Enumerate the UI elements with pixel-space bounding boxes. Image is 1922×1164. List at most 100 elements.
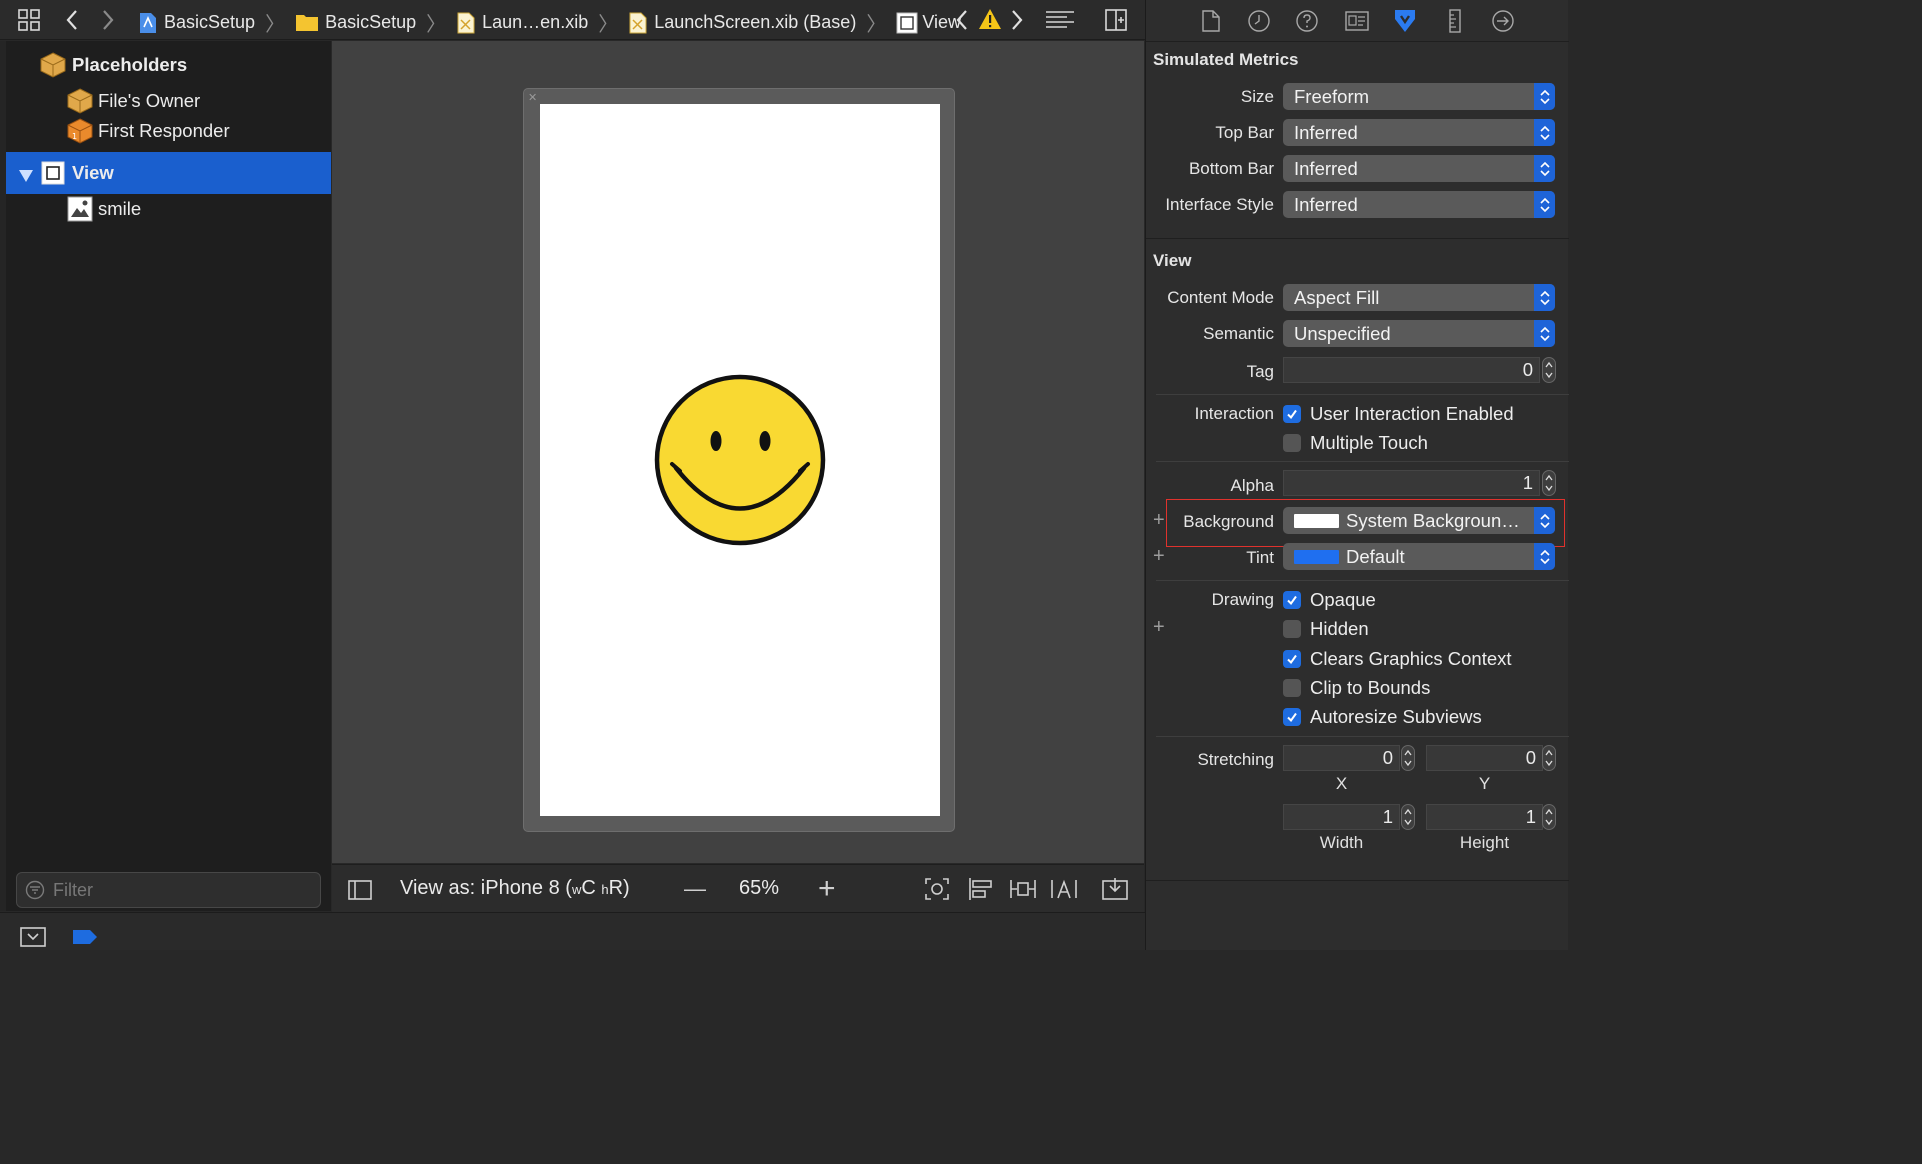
clears-graphics-checkbox[interactable]: Clears Graphics Context — [1283, 648, 1512, 670]
add-constraints-icon[interactable] — [1009, 877, 1037, 906]
size-popup[interactable]: Freeform — [1283, 83, 1555, 110]
view-as-label: View as: iPhone 8 ( — [400, 877, 572, 899]
stretching-width-stepper[interactable] — [1401, 804, 1415, 830]
scene-close-icon[interactable]: ✕ — [528, 91, 537, 104]
device-config-button[interactable]: View as: iPhone 8 (wC hR) — [400, 877, 630, 900]
stretching-y-stepper[interactable] — [1542, 745, 1556, 771]
filter-placeholder: Filter — [53, 879, 93, 900]
multiple-touch-checkbox[interactable]: Multiple Touch — [1283, 432, 1428, 454]
stretching-x-field[interactable]: 0 — [1283, 745, 1400, 771]
zoom-out-button[interactable]: — — [684, 876, 706, 902]
interface-style-popup[interactable]: Inferred — [1283, 191, 1555, 218]
stretching-y-field[interactable]: 0 — [1426, 745, 1543, 771]
popup-chevron-icon — [1534, 155, 1555, 182]
popup-chevron-icon — [1534, 119, 1555, 146]
scene-frame[interactable]: ✕ — [523, 88, 955, 832]
view-icon — [896, 12, 918, 34]
interface-builder-canvas[interactable]: ✕ — [332, 41, 1144, 863]
update-frames-icon[interactable] — [924, 877, 950, 906]
outline-placeholders[interactable]: Placeholders — [6, 47, 331, 83]
outline-files-owner-label: File's Owner — [98, 90, 201, 111]
smiley-image[interactable] — [654, 374, 826, 546]
outline-view-label: View — [72, 162, 114, 183]
clip-to-bounds-checkbox[interactable]: Clip to Bounds — [1283, 677, 1430, 699]
disclosure-triangle-icon[interactable] — [18, 166, 34, 188]
outline-smile[interactable]: smile — [6, 191, 331, 227]
resolve-autolayout-icon[interactable] — [1050, 877, 1078, 906]
connections-inspector-icon[interactable] — [1490, 8, 1516, 34]
zoom-in-button[interactable]: + — [818, 872, 836, 906]
breadcrumb-group[interactable]: BasicSetup — [325, 12, 416, 33]
clears-graphics-label: Clears Graphics Context — [1310, 648, 1512, 669]
tag-stepper[interactable] — [1542, 357, 1556, 383]
previous-issue-icon[interactable] — [955, 9, 969, 36]
image-view-icon — [67, 196, 93, 227]
breadcrumb-project[interactable]: BasicSetup — [164, 12, 255, 33]
checkbox-box — [1283, 434, 1301, 452]
user-interaction-label: User Interaction Enabled — [1310, 403, 1514, 424]
breadcrumb-separator: 〉 — [265, 14, 286, 36]
opaque-checkbox[interactable]: Opaque — [1283, 589, 1376, 611]
hidden-checkbox[interactable]: Hidden — [1283, 618, 1369, 640]
outline-first-responder[interactable]: 1 First Responder — [6, 113, 331, 149]
related-items-icon[interactable] — [15, 6, 43, 34]
stretching-width-field[interactable]: 1 — [1283, 804, 1400, 830]
launch-screen-view[interactable] — [540, 104, 940, 816]
breadcrumb-xib-base[interactable]: LaunchScreen.xib (Base) — [654, 12, 856, 33]
quick-help-icon[interactable] — [1294, 8, 1320, 34]
attributes-inspector-icon[interactable] — [1392, 8, 1418, 34]
stretching-height-field[interactable]: 1 — [1426, 804, 1543, 830]
semantic-popup[interactable]: Unspecified — [1283, 320, 1555, 347]
history-inspector-icon[interactable] — [1246, 8, 1272, 34]
autoresize-checkbox[interactable]: Autoresize Subviews — [1283, 706, 1482, 728]
warning-icon[interactable] — [978, 8, 1002, 35]
stretching-x-label: X — [1335, 774, 1348, 793]
top-bar-popup[interactable]: Inferred — [1283, 119, 1555, 146]
add-editor-icon[interactable] — [1104, 8, 1128, 37]
editor-options-icon[interactable] — [1045, 10, 1075, 35]
tint-variation-plus-icon[interactable]: + — [1153, 545, 1165, 568]
checkbox-box — [1283, 708, 1301, 726]
stretching-height-stepper[interactable] — [1542, 804, 1556, 830]
user-interaction-checkbox[interactable]: User Interaction Enabled — [1283, 403, 1514, 425]
content-mode-label: Content Mode — [1167, 288, 1274, 307]
stretching-y-label: Y — [1478, 774, 1491, 793]
background-variation-plus-icon[interactable]: + — [1153, 509, 1165, 532]
size-class-w: w — [571, 882, 582, 897]
align-icon[interactable] — [968, 877, 994, 906]
document-outline: Placeholders File's Owner 1 First Respon… — [6, 41, 331, 911]
top-bar-label: Top Bar — [1215, 123, 1274, 142]
filter-field[interactable]: Filter — [16, 872, 321, 908]
size-inspector-icon[interactable] — [1442, 8, 1468, 34]
content-mode-popup[interactable]: Aspect Fill — [1283, 284, 1555, 311]
alpha-field[interactable]: 1 — [1283, 470, 1540, 496]
popup-chevron-icon — [1534, 83, 1555, 110]
highlight-annotation — [1166, 499, 1565, 547]
forward-chevron-icon[interactable] — [94, 6, 122, 34]
breadcrumb-xib-short[interactable]: Laun…en.xib — [482, 12, 588, 33]
hidden-variation-plus-icon[interactable]: + — [1153, 616, 1165, 639]
next-issue-icon[interactable] — [1010, 9, 1024, 36]
placeholder-cube-icon — [40, 52, 66, 83]
bottom-bar-popup[interactable]: Inferred — [1283, 155, 1555, 182]
tint-popup[interactable]: Default — [1283, 543, 1555, 570]
checkbox-box — [1283, 591, 1301, 609]
back-chevron-icon[interactable] — [58, 6, 86, 34]
outline-view[interactable]: View — [6, 152, 331, 194]
stretching-x-stepper[interactable] — [1401, 745, 1415, 771]
svg-text:1: 1 — [72, 132, 77, 141]
tint-color-swatch — [1294, 549, 1339, 564]
embed-in-icon[interactable] — [1102, 877, 1128, 906]
toggle-outline-icon[interactable] — [348, 879, 372, 906]
file-inspector-icon[interactable] — [1198, 8, 1224, 34]
hide-debug-area-icon[interactable] — [20, 927, 46, 952]
clip-to-bounds-label: Clip to Bounds — [1310, 677, 1431, 698]
alpha-stepper[interactable] — [1542, 470, 1556, 496]
identity-inspector-icon[interactable] — [1344, 8, 1370, 34]
debug-bar — [0, 912, 1145, 950]
breadcrumb-separator: 〉 — [866, 14, 887, 36]
outline-first-responder-label: First Responder — [98, 120, 230, 141]
filter-icon — [25, 880, 45, 900]
tag-field[interactable]: 0 — [1283, 357, 1540, 383]
breakpoint-icon[interactable] — [72, 929, 98, 950]
